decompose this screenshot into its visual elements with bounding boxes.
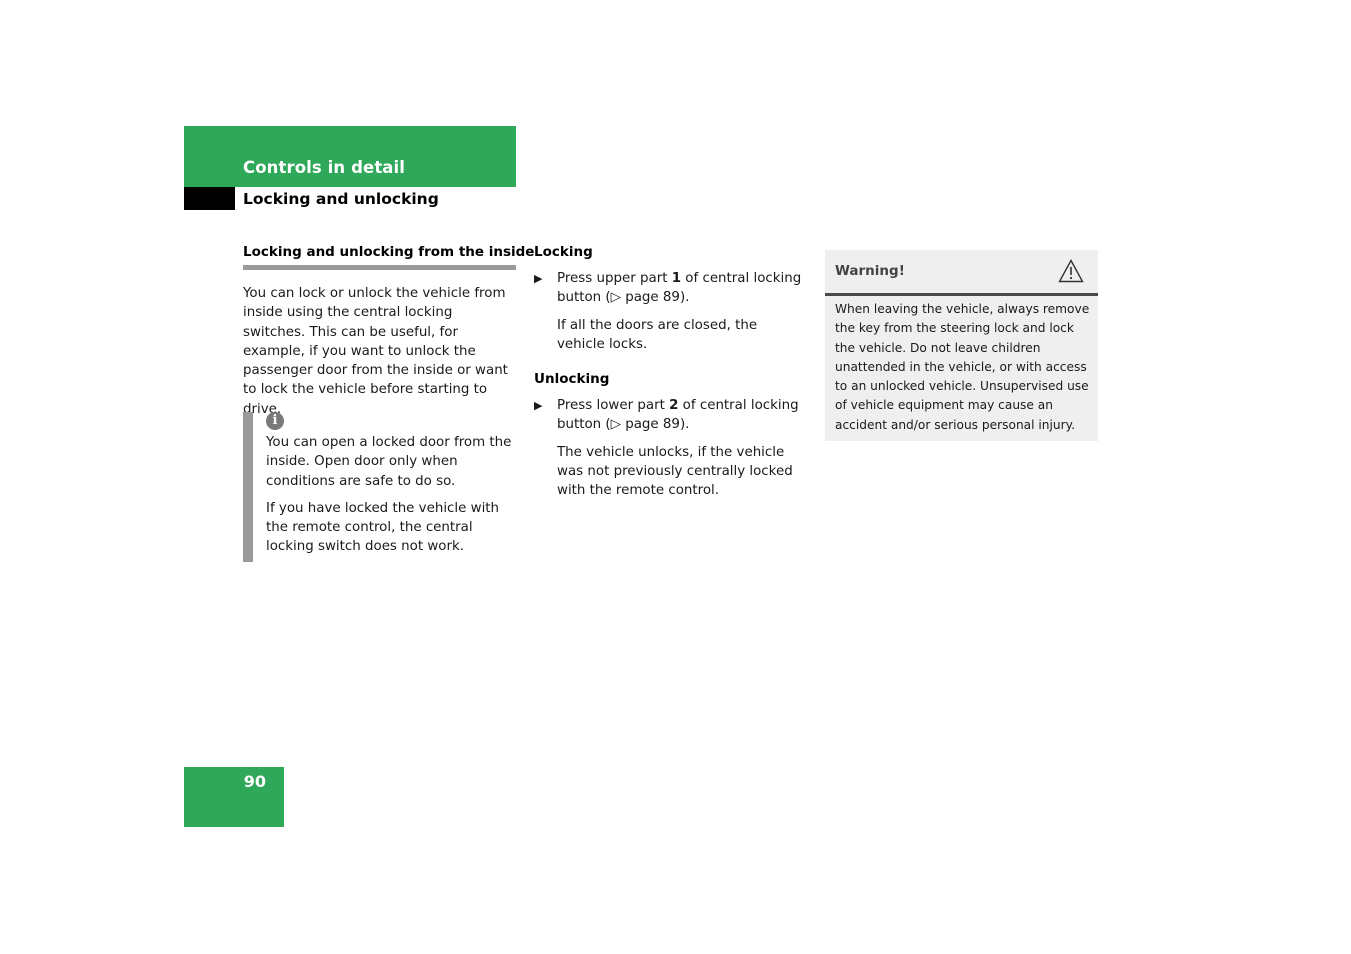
subsection-title: Locking and unlocking [243,190,439,208]
warning-box: Warning! When leaving the vehicle, alway… [825,250,1098,441]
step-text: Press upper part [557,271,672,286]
locking-heading: Locking [534,244,593,260]
warning-header: Warning! [825,250,1098,296]
locking-step: ▶ Press upper part 1 of central locking … [534,269,809,308]
warning-title: Warning! [835,263,905,279]
info-icon: i [266,412,284,430]
unlocking-step: ▶ Press lower part 2 of central locking … [534,396,809,435]
unlocking-heading: Unlocking [534,371,610,388]
part-number: 1 [671,271,682,286]
section-marker [184,187,235,210]
section-header-bar [184,126,516,187]
unlocking-result: The vehicle unlocks, if the vehicle was … [557,444,793,499]
step-text: Press lower part [557,398,670,414]
warning-triangle-icon [1058,259,1084,283]
intro-paragraph: You can lock or unlock the vehicle from … [243,286,508,417]
locking-result: If all the doors are closed, the vehicle… [557,317,758,352]
info-note: i You can open a locked door from the in… [243,412,516,562]
note-bar [243,412,253,562]
note-content: i You can open a locked door from the in… [266,412,518,557]
bullet-arrow-icon: ▶ [534,272,543,285]
left-column: Locking and unlocking from the inside Yo… [243,244,534,419]
page-number-box: 90 [184,767,284,827]
bullet-arrow-icon: ▶ [534,399,543,413]
column-heading: Locking and unlocking from the inside [243,244,534,270]
page-number: 90 [243,772,266,791]
note-paragraph: You can open a locked door from the insi… [266,435,512,489]
section-title: Controls in detail [243,158,406,177]
note-paragraph: If you have locked the vehicle with the … [266,500,500,555]
middle-column: Locking ▶ Press upper part 1 of central … [534,244,809,501]
warning-text: When leaving the vehicle, always remove … [835,302,1090,432]
